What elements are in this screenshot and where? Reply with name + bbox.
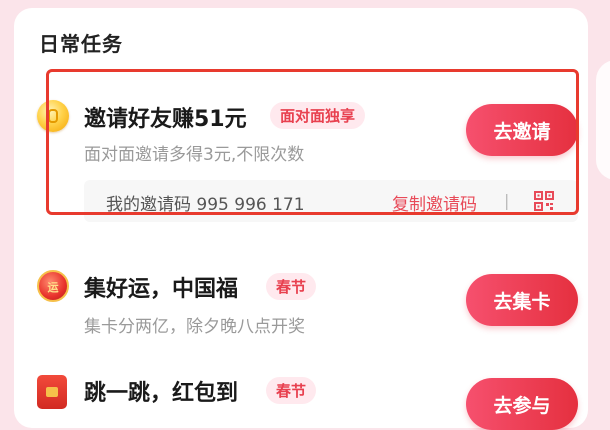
- qr-code-icon[interactable]: [534, 191, 554, 211]
- spring-festival-badge: 春节: [266, 377, 317, 404]
- side-panel-peek: [596, 60, 610, 180]
- fortune-coin-icon: 运: [37, 270, 69, 302]
- participate-button[interactable]: 去参与: [466, 378, 578, 430]
- gold-coin-icon: [37, 100, 69, 132]
- separator: |: [504, 191, 510, 210]
- task-title: 集好运，中国福: [84, 277, 239, 302]
- red-envelope-icon: [37, 375, 67, 409]
- exclusive-badge: 面对面独享: [270, 102, 366, 129]
- task-desc: 集卡分两亿，除夕晚八点开奖: [84, 317, 305, 337]
- task-title: 邀请好友赚51元: [84, 107, 247, 132]
- spring-festival-badge: 春节: [266, 273, 317, 300]
- invite-button[interactable]: 去邀请: [466, 104, 578, 156]
- invite-code-row: 我的邀请码 995 996 171 复制邀请码 |: [84, 180, 578, 222]
- invite-code: 我的邀请码 995 996 171: [106, 195, 305, 215]
- section-title: 日常任务: [39, 32, 123, 56]
- collect-cards-button[interactable]: 去集卡: [466, 274, 578, 326]
- task-desc: 面对面邀请多得3元,不限次数: [84, 145, 305, 165]
- copy-invite-code-link[interactable]: 复制邀请码: [392, 190, 477, 215]
- fortune-coin-label: 运: [47, 281, 59, 294]
- task-title: 跳一跳，红包到: [84, 381, 239, 406]
